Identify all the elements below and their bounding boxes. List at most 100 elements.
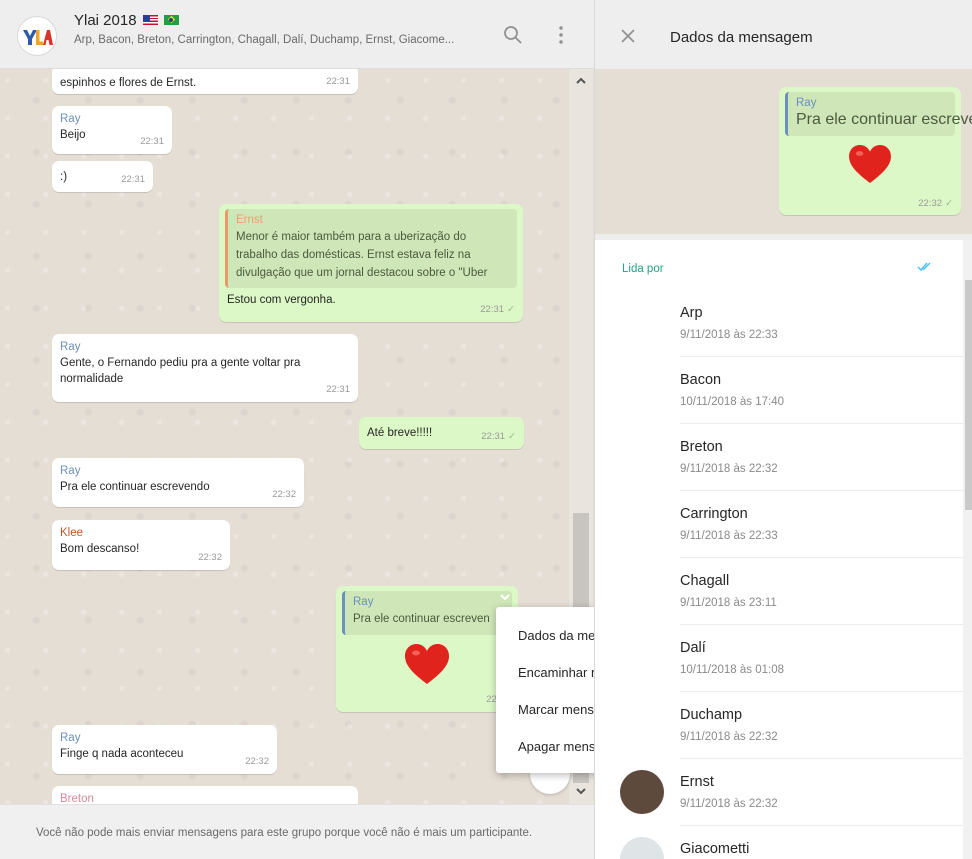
message-text-line: normalidade bbox=[60, 373, 124, 385]
message-text: Pra ele continuar escrevendo bbox=[60, 481, 210, 493]
reader-name: Giacometti bbox=[680, 841, 750, 857]
menu-item-forward-message[interactable]: Encaminhar mensagem bbox=[496, 654, 594, 691]
menu-item-delete-message[interactable]: Apagar mensagem bbox=[496, 728, 594, 765]
info-scrollbar[interactable] bbox=[963, 240, 972, 859]
message-sender: Klee bbox=[60, 527, 84, 539]
default-avatar-icon bbox=[620, 837, 664, 859]
message-bubble[interactable]: Ray Pra ele continuar escrevendo 22:32 bbox=[52, 458, 304, 507]
chat-footer: Você não pode mais enviar mensagens para… bbox=[0, 804, 594, 859]
scroll-thumb[interactable] bbox=[965, 280, 972, 510]
scroll-down-arrow-icon[interactable] bbox=[575, 785, 587, 797]
quoted-message: Ray Pra ele continuar escrevendo bbox=[785, 92, 972, 136]
quoted-text-line: Menor é maior também para a uberização d… bbox=[236, 231, 467, 243]
reader-time: 10/11/2018 às 01:08 bbox=[680, 664, 785, 676]
message-time: 22:31 bbox=[326, 384, 350, 395]
quoted-message[interactable]: Ray Pra ele continuar escreven bbox=[342, 591, 512, 635]
message-text: espinhos e flores de Ernst. bbox=[60, 77, 197, 89]
reader-name: Chagall bbox=[680, 573, 730, 589]
chat-pane: Ylai 2018 Arp, Bacon, Breton, Carrington… bbox=[0, 0, 594, 859]
message-context-menu: Dados da mensagem Encaminhar mensagem Ma… bbox=[496, 607, 594, 773]
scroll-up-arrow-icon[interactable] bbox=[575, 75, 587, 87]
reader-time: 9/11/2018 às 22:32 bbox=[680, 798, 778, 810]
chevron-down-icon[interactable] bbox=[498, 590, 512, 604]
chat-title-text: Ylai 2018 bbox=[74, 12, 137, 29]
message-bubble[interactable]: Ray Finge q nada aconteceu 22:32 bbox=[52, 725, 277, 774]
double-check-icon bbox=[917, 262, 931, 272]
message-bubble[interactable]: :) 22:31 bbox=[52, 161, 153, 192]
reader-row[interactable]: Bacon 10/11/2018 às 17:40 bbox=[595, 357, 963, 424]
message-info-header: Dados da mensagem bbox=[595, 0, 972, 69]
quoted-sender: Ray bbox=[353, 596, 374, 608]
reader-row[interactable]: Arp 9/11/2018 às 22:33 bbox=[595, 290, 963, 357]
reader-row[interactable]: Giacometti bbox=[595, 826, 963, 859]
chat-header[interactable]: Ylai 2018 Arp, Bacon, Breton, Carrington… bbox=[0, 0, 594, 69]
brazil-flag-icon bbox=[163, 15, 179, 25]
reader-row[interactable]: Breton 9/11/2018 às 22:32 bbox=[595, 424, 963, 491]
message-bubble[interactable]: Klee Bom descanso! 22:32 bbox=[52, 520, 230, 570]
sent-check-icon: ✓ bbox=[508, 431, 516, 442]
message-bubble[interactable]: Ernst Menor é maior também para a uberiz… bbox=[219, 204, 523, 322]
search-icon[interactable] bbox=[502, 24, 524, 46]
reader-time: 10/11/2018 às 17:40 bbox=[680, 396, 785, 408]
group-avatar[interactable] bbox=[17, 16, 57, 56]
message-time: 22:31 bbox=[121, 174, 145, 185]
message-time-value: 22:31 bbox=[481, 431, 506, 442]
message-time: 22:32 ✓ bbox=[918, 198, 953, 209]
quoted-sender: Ernst bbox=[236, 214, 263, 226]
message-bubble[interactable]: Até breve!!!!! 22:31 ✓ bbox=[359, 417, 524, 449]
reader-row[interactable]: Dalí 10/11/2018 às 01:08 bbox=[595, 625, 963, 692]
message-bubble[interactable]: Ray Gente, o Fernando pediu pra a gente … bbox=[52, 334, 358, 402]
quoted-message[interactable]: Ernst Menor é maior também para a uberiz… bbox=[225, 209, 517, 288]
kebab-menu-icon[interactable] bbox=[550, 24, 572, 46]
preview-bubble: Ray Pra ele continuar escrevendo 22:32✓ bbox=[779, 87, 972, 215]
message-info-pane: Dados da mensagem Ray Pra ele continuar … bbox=[594, 0, 972, 859]
message-time: 22:32 bbox=[245, 756, 269, 767]
message-bubble[interactable]: espinhos e flores de Ernst. 22:31 bbox=[52, 69, 358, 94]
read-by-section: Lida por Arp 9/11/2018 às 22:33 Bacon 10… bbox=[595, 240, 963, 859]
quoted-text: Pra ele continuar escreven bbox=[353, 613, 490, 625]
reader-name: Bacon bbox=[680, 372, 722, 388]
reader-row[interactable]: Ernst 9/11/2018 às 22:32 bbox=[595, 759, 963, 826]
close-icon[interactable] bbox=[620, 28, 636, 44]
read-by-label: Lida por bbox=[622, 263, 664, 275]
message-time: 22:31 ✓ bbox=[480, 302, 515, 318]
menu-item-message-info[interactable]: Dados da mensagem bbox=[496, 617, 594, 654]
message-sender: Breton bbox=[60, 793, 94, 804]
message-sender: Ray bbox=[60, 732, 81, 744]
not-participant-notice: Você não pode mais enviar mensagens para… bbox=[36, 827, 533, 839]
avatar bbox=[620, 770, 664, 814]
quoted-text-line: trabalho das domésticas. Ernst estava fe… bbox=[236, 249, 471, 261]
message-time: 22:31 bbox=[326, 76, 350, 87]
quoted-text: Pra ele continuar escrevendo bbox=[796, 111, 972, 128]
message-time: 22:31 ✓ bbox=[481, 429, 516, 445]
message-bubble[interactable]: Breton bbox=[52, 786, 358, 804]
reader-time: 9/11/2018 às 22:32 bbox=[680, 731, 778, 743]
message-sender: Ray bbox=[60, 113, 81, 125]
reader-name: Arp bbox=[680, 305, 703, 321]
message-time-value: 22:32 bbox=[918, 198, 943, 209]
message-time: 22:32 bbox=[198, 552, 222, 563]
message-info-title: Dados da mensagem bbox=[670, 29, 813, 46]
whatsapp-web-window: Ylai 2018 Arp, Bacon, Breton, Carrington… bbox=[0, 0, 972, 859]
message-bubble-selected[interactable]: Ray Pra ele continuar escreven 22:32 bbox=[336, 586, 518, 712]
message-preview: Ray Pra ele continuar escrevendo 22:32✓ bbox=[595, 69, 972, 234]
message-sender: Ray bbox=[60, 465, 81, 477]
us-flag-icon bbox=[142, 15, 158, 25]
chat-members: Arp, Bacon, Breton, Carrington, Chagall,… bbox=[74, 34, 455, 46]
quoted-sender: Ray bbox=[796, 97, 817, 109]
reader-name: Ernst bbox=[680, 774, 714, 790]
menu-item-star-message[interactable]: Marcar mensagem bbox=[496, 691, 594, 728]
reader-row[interactable]: Chagall 9/11/2018 às 23:11 bbox=[595, 558, 963, 625]
heart-emoji-icon bbox=[849, 144, 891, 184]
sent-check-icon: ✓ bbox=[507, 304, 515, 315]
message-bubble[interactable]: Ray Beijo 22:31 bbox=[52, 106, 172, 154]
reader-row[interactable]: Duchamp 9/11/2018 às 22:32 bbox=[595, 692, 963, 759]
reader-name: Duchamp bbox=[680, 707, 743, 723]
reader-name: Dalí bbox=[680, 640, 706, 656]
reader-row[interactable]: Carrington 9/11/2018 às 22:33 bbox=[595, 491, 963, 558]
message-time: 22:32 bbox=[272, 489, 296, 500]
message-time-value: 22:31 bbox=[480, 304, 505, 315]
reader-time: 9/11/2018 às 23:11 bbox=[680, 597, 777, 609]
message-text: Estou com vergonha. bbox=[227, 294, 336, 306]
reader-time: 9/11/2018 às 22:32 bbox=[680, 463, 778, 475]
